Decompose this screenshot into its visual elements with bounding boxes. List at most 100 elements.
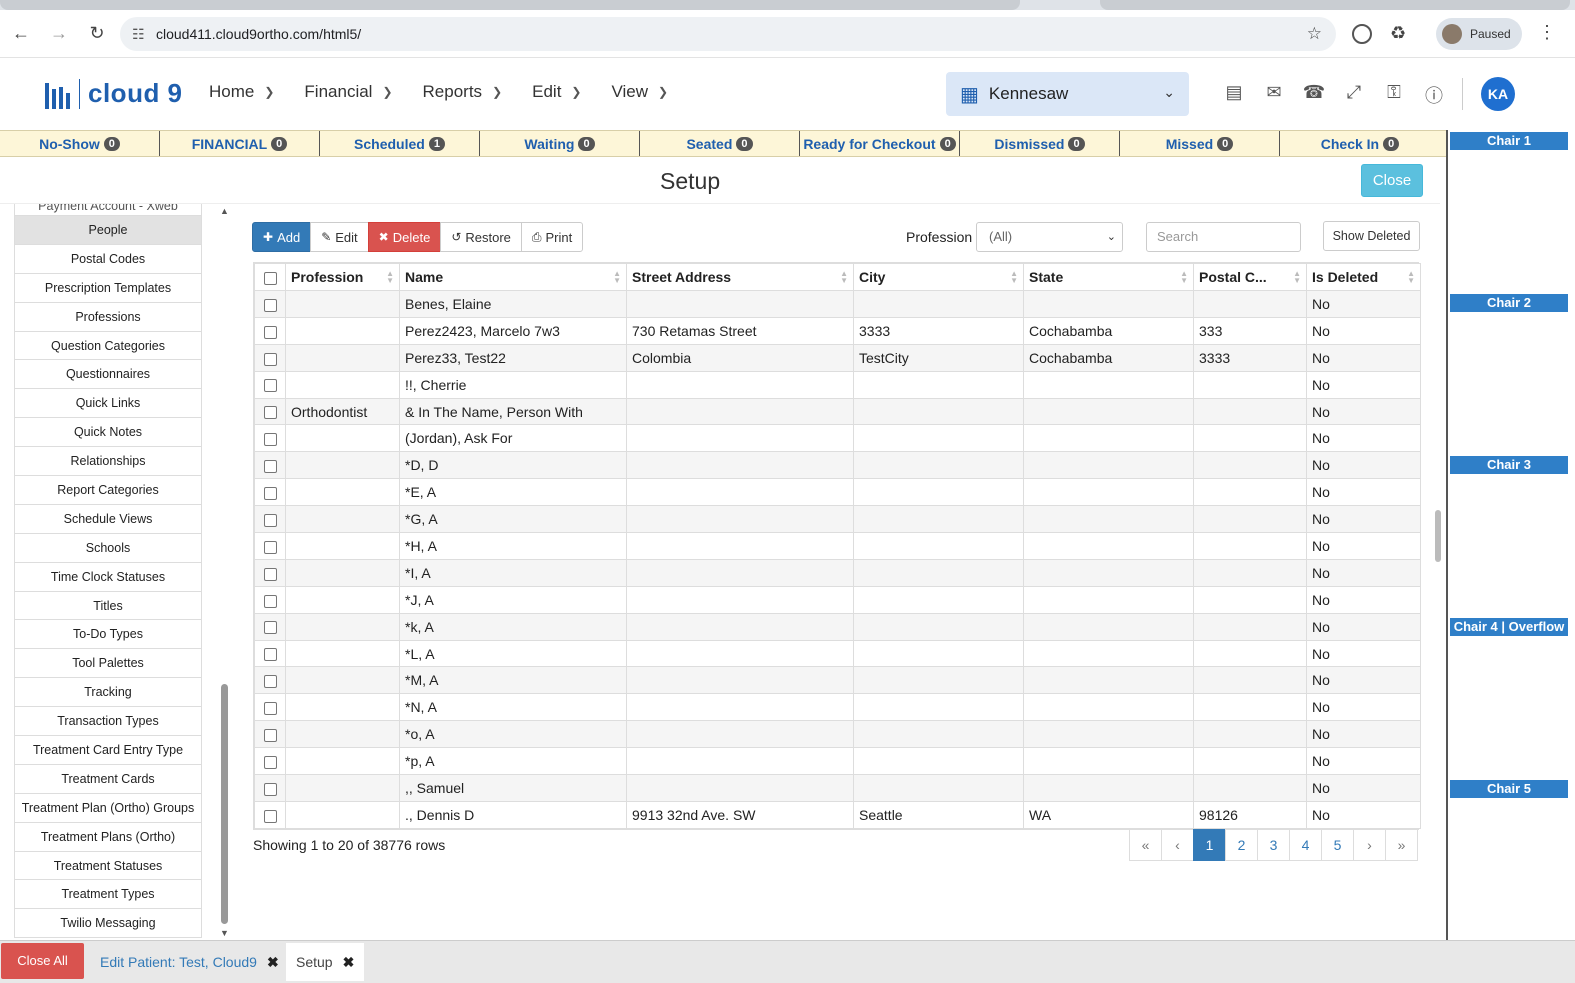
sidebar-item-treatment-plan-ortho-groups[interactable]: Treatment Plan (Ortho) Groups <box>14 793 202 823</box>
sidebar-item-treatment-card-entry-type[interactable]: Treatment Card Entry Type <box>14 736 202 765</box>
add-button[interactable]: ✚ Add <box>252 222 312 252</box>
browser-tab[interactable] <box>0 0 1020 10</box>
table-row[interactable]: *J, A No <box>254 585 1421 614</box>
page-2-button[interactable]: 2 <box>1225 829 1258 861</box>
status-filter-no-show[interactable]: No-Show 0 <box>0 131 160 156</box>
table-row[interactable]: Benes, Elaine No <box>254 290 1421 318</box>
page-scrollbar-thumb[interactable] <box>1435 510 1441 562</box>
status-filter-financial[interactable]: FINANCIAL 0 <box>160 131 320 156</box>
row-checkbox[interactable] <box>254 558 286 587</box>
table-row[interactable]: Perez33, Test22 Colombia TestCity Cochabamb… <box>254 343 1421 372</box>
table-row[interactable]: *G, A No <box>254 505 1421 534</box>
fullscreen-icon[interactable]: ⤢ <box>1334 82 1374 108</box>
column-header-state[interactable]: State ▲ ▼ <box>1023 263 1194 291</box>
page-1-button[interactable]: 1 <box>1193 829 1226 861</box>
table-row[interactable]: ,, Samuel No <box>254 774 1421 802</box>
row-checkbox[interactable] <box>254 774 286 802</box>
scroll-down-icon[interactable]: ▼ <box>220 928 229 938</box>
status-filter-check-in[interactable]: Check In 0 <box>1280 131 1440 156</box>
table-row[interactable]: *k, A No <box>254 612 1421 641</box>
profile-button[interactable]: Paused <box>1436 18 1522 50</box>
page-nav-button[interactable]: ‹ <box>1161 829 1194 861</box>
row-checkbox[interactable] <box>254 290 286 318</box>
sidebar-item-tool-palettes[interactable]: Tool Palettes <box>14 649 202 679</box>
status-filter-missed[interactable]: Missed 0 <box>1120 131 1280 156</box>
sidebar-item-quick-links[interactable]: Quick Links <box>14 389 202 419</box>
calendar-icon[interactable]: ▤ <box>1214 82 1254 108</box>
sidebar-item-people[interactable]: People <box>14 216 202 245</box>
status-filter-seated[interactable]: Seated 0 <box>640 131 800 156</box>
close-icon[interactable]: ✖ <box>267 954 279 971</box>
status-filter-ready-for-checkout[interactable]: Ready for Checkout 0 <box>800 131 960 156</box>
edit-button[interactable]: ✎ Edit <box>310 222 369 252</box>
sidebar-item-titles[interactable]: Titles <box>14 591 202 621</box>
table-row[interactable]: *N, A No <box>254 693 1421 722</box>
row-checkbox[interactable] <box>254 720 286 749</box>
column-header-city[interactable]: City ▲ ▼ <box>853 263 1024 291</box>
chair-2-header[interactable]: Chair 2 <box>1450 294 1568 312</box>
sidebar-item-treatment-cards[interactable]: Treatment Cards <box>14 764 202 794</box>
table-row[interactable]: !!, Cherrie No <box>254 370 1421 399</box>
page-5-button[interactable]: 5 <box>1321 829 1354 861</box>
search-input[interactable]: Search <box>1146 222 1301 252</box>
sidebar-item-treatment-types[interactable]: Treatment Types <box>14 880 202 910</box>
row-checkbox[interactable] <box>254 505 286 534</box>
sidebar-item[interactable]: Payment Account - Xweb <box>14 204 202 216</box>
menu-financial[interactable]: Financial ❯ <box>304 82 392 102</box>
browser-menu-icon[interactable]: ⋮ <box>1538 22 1556 43</box>
print-button[interactable]: ⎙ Print <box>520 222 584 252</box>
table-row[interactable]: *M, A No <box>254 666 1421 695</box>
row-checkbox[interactable] <box>254 478 286 507</box>
back-icon[interactable]: ← <box>4 17 38 51</box>
row-checkbox[interactable] <box>254 451 286 480</box>
sidebar-item-schedule-views[interactable]: Schedule Views <box>14 504 202 534</box>
sidebar-item-twilio-messaging[interactable]: Twilio Messaging <box>14 909 202 939</box>
sidebar-scrollbar[interactable]: ▲ ▼ <box>219 204 231 940</box>
user-avatar[interactable]: KA <box>1481 77 1515 111</box>
row-checkbox[interactable] <box>254 612 286 641</box>
table-row[interactable]: Perez2423, Marcelo 7w3 730 Retamas Street… <box>254 316 1421 345</box>
row-checkbox[interactable] <box>254 532 286 560</box>
table-row[interactable]: *D, D No <box>254 451 1421 480</box>
page-nav-button[interactable]: » <box>1385 829 1418 861</box>
sidebar-item-treatment-plans-ortho[interactable]: Treatment Plans (Ortho) <box>14 822 202 852</box>
forward-icon[interactable]: → <box>42 17 76 51</box>
extension-icon[interactable] <box>1352 24 1372 44</box>
tab-edit-patient[interactable]: Edit Patient: Test, Cloud9 ✖ <box>90 943 289 981</box>
scrollbar-thumb[interactable] <box>221 684 228 924</box>
table-row[interactable]: *I, A No <box>254 558 1421 587</box>
close-icon[interactable]: ✖ <box>343 954 355 971</box>
chair-5-header[interactable]: Chair 5 <box>1450 780 1568 798</box>
row-checkbox[interactable] <box>254 343 286 372</box>
table-row[interactable]: ., Dennis D 9913 32nd Ave. SW Seattle WA 981… <box>254 800 1421 829</box>
sidebar-item-relationships[interactable]: Relationships <box>14 447 202 477</box>
show-deleted-button[interactable]: Show Deleted <box>1323 221 1420 251</box>
sidebar-item-quick-notes[interactable]: Quick Notes <box>14 418 202 448</box>
bookmark-star-icon[interactable]: ☆ <box>1307 24 1322 44</box>
select-all-checkbox[interactable] <box>254 263 286 291</box>
row-checkbox[interactable] <box>254 397 286 426</box>
sidebar-item-postal-codes[interactable]: Postal Codes <box>14 244 202 274</box>
scroll-up-icon[interactable]: ▲ <box>220 206 229 216</box>
page-3-button[interactable]: 3 <box>1257 829 1290 861</box>
status-filter-dismissed[interactable]: Dismissed 0 <box>960 131 1120 156</box>
status-filter-scheduled[interactable]: Scheduled 1 <box>320 131 480 156</box>
sidebar-item-to-do-types[interactable]: To-Do Types <box>14 620 202 650</box>
url-text[interactable]: cloud411.cloud9ortho.com/html5/ <box>156 26 361 42</box>
close-button[interactable]: Close <box>1361 164 1423 197</box>
sidebar-item-professions[interactable]: Professions <box>14 302 202 332</box>
browser-tab[interactable] <box>1100 0 1570 10</box>
tab-setup[interactable]: Setup ✖ <box>286 943 365 981</box>
table-row[interactable]: *H, A No <box>254 532 1421 560</box>
sidebar-item-time-clock-statuses[interactable]: Time Clock Statuses <box>14 562 202 592</box>
column-header-is-deleted[interactable]: Is Deleted ▲ ▼ <box>1306 263 1421 291</box>
page-nav-button[interactable]: « <box>1129 829 1162 861</box>
chair-4-header[interactable]: Chair 4 | Overflow <box>1450 618 1568 636</box>
chair-3-header[interactable]: Chair 3 <box>1450 456 1568 474</box>
chair-1-header[interactable]: Chair 1 <box>1450 132 1568 150</box>
lock-icon[interactable]: ⚿ <box>1374 82 1414 108</box>
row-checkbox[interactable] <box>254 693 286 722</box>
sidebar-item-question-categories[interactable]: Question Categories <box>14 331 202 361</box>
row-checkbox[interactable] <box>254 585 286 614</box>
row-checkbox[interactable] <box>254 747 286 776</box>
